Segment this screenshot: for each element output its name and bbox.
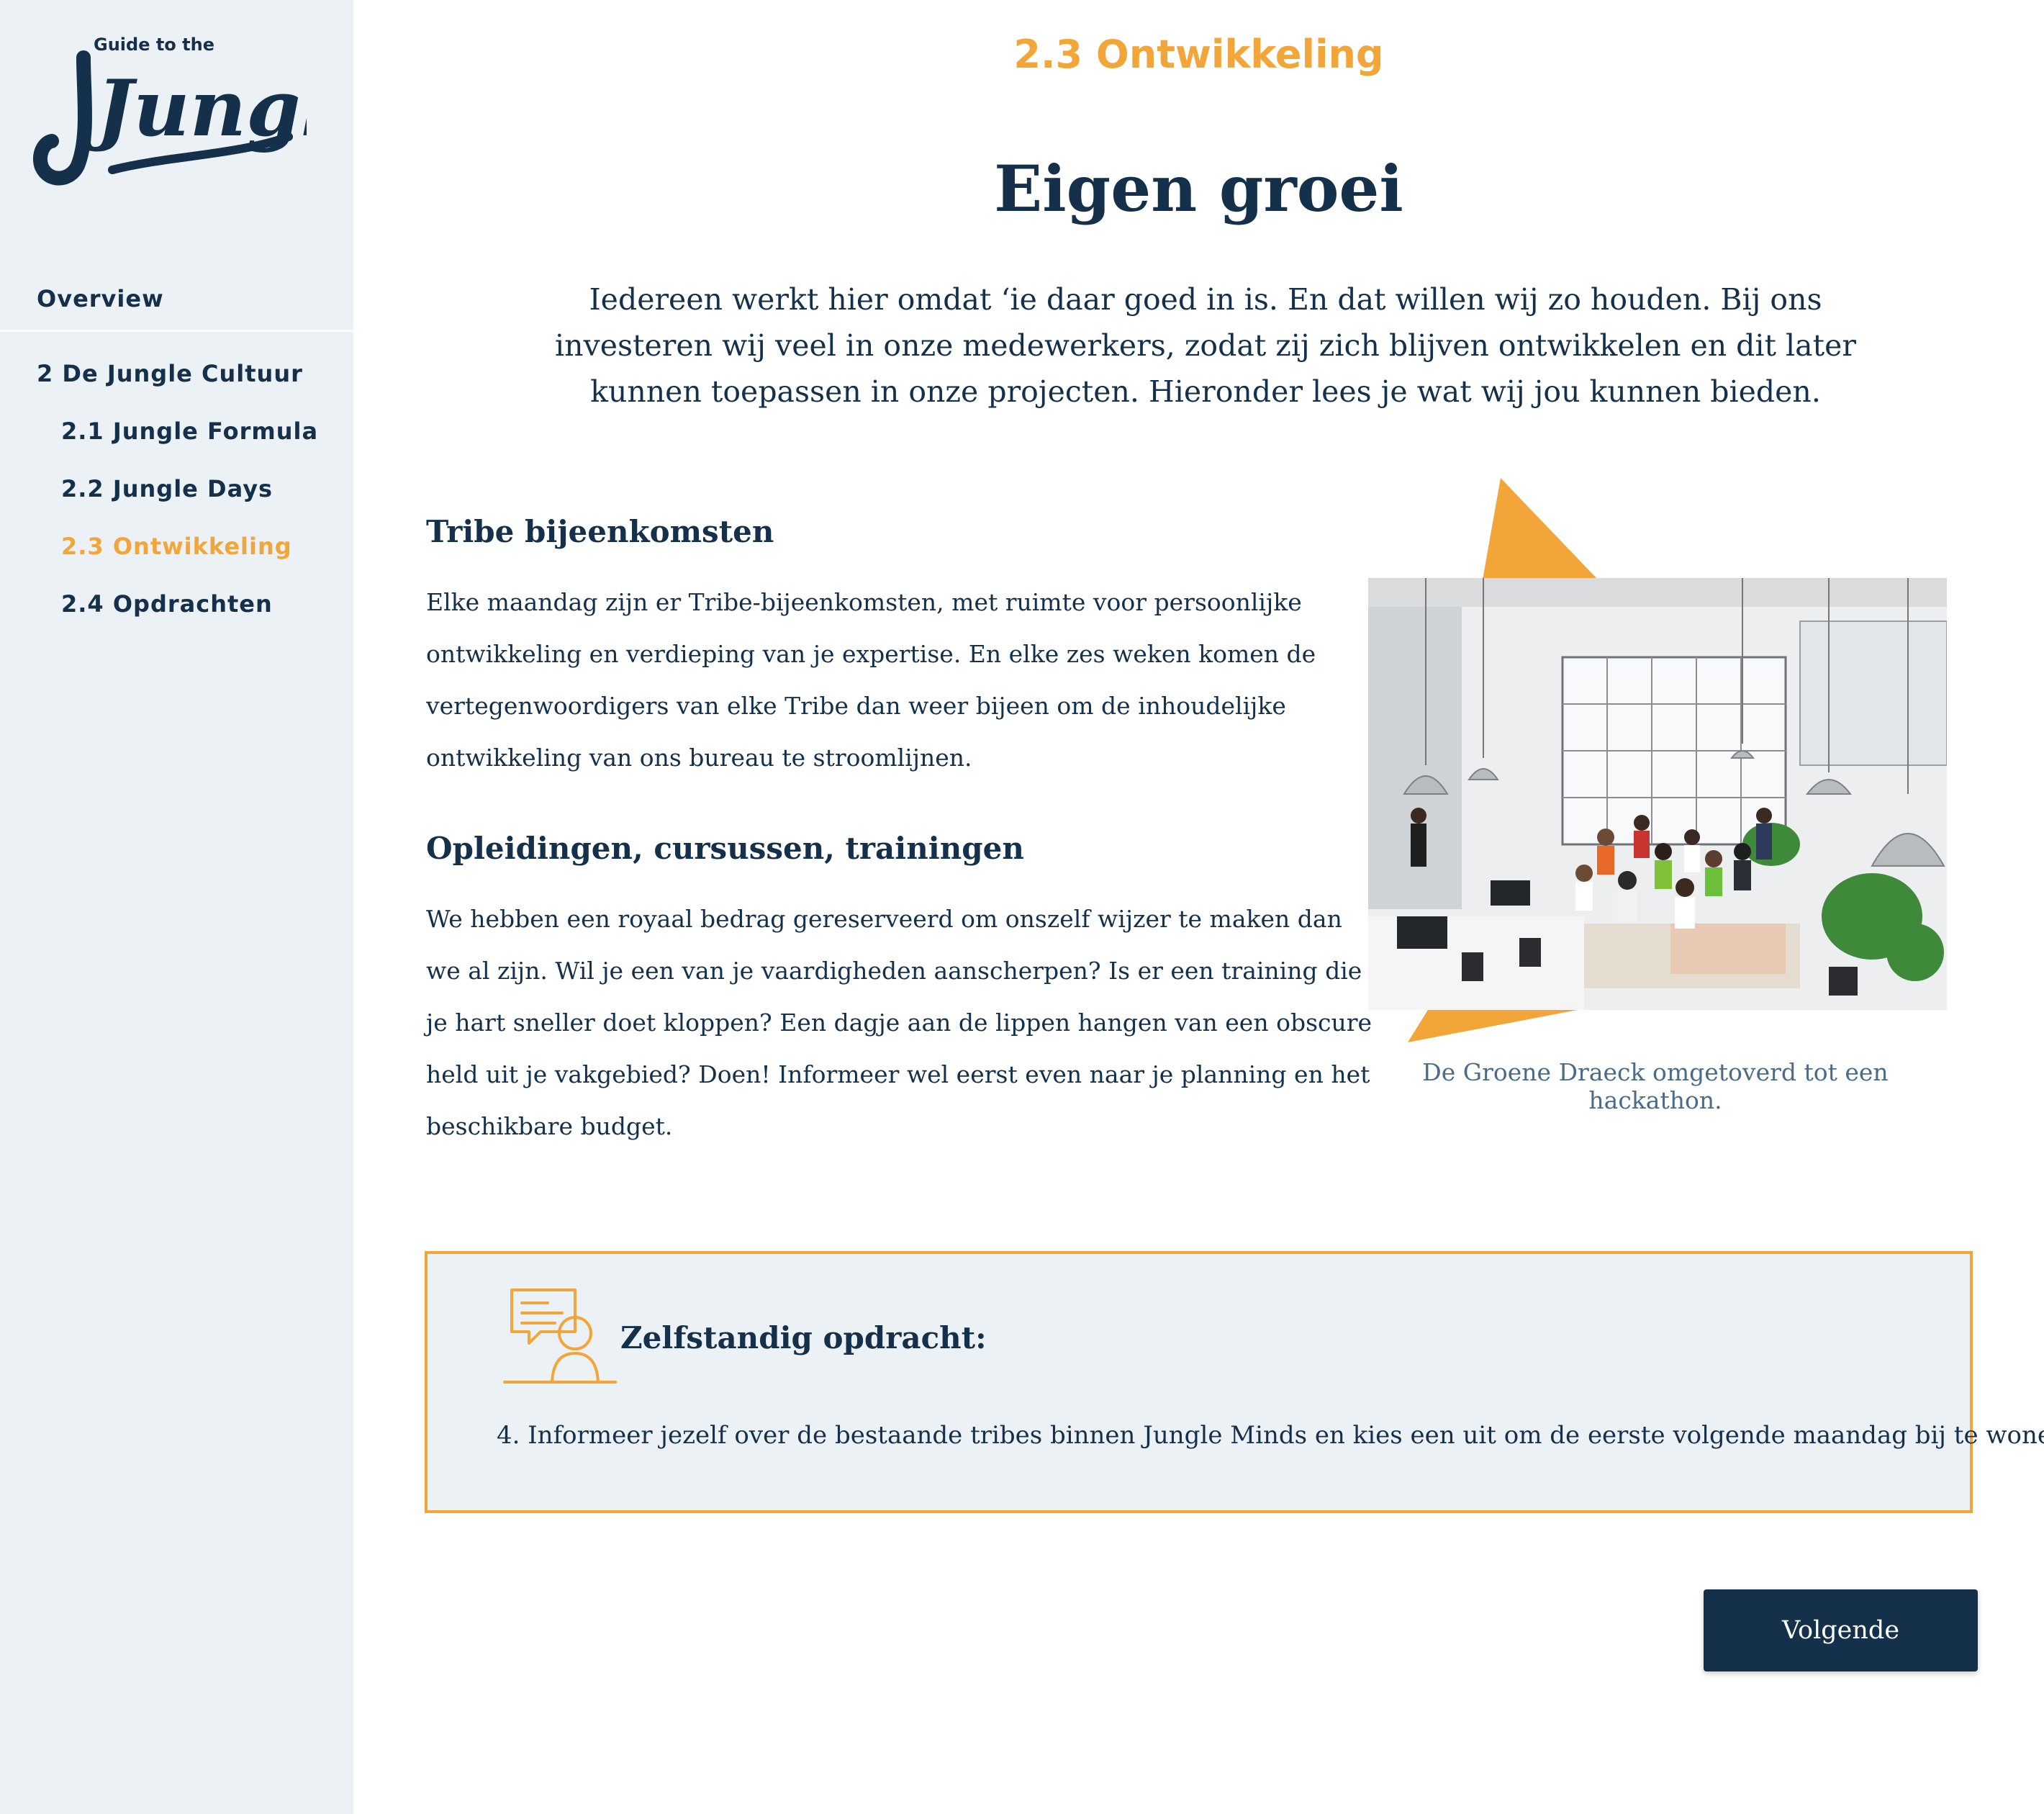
next-button[interactable]: Volgende	[1704, 1589, 1978, 1671]
paragraph-line: ontwikkeling van ons bureau te stroomlij…	[426, 744, 972, 772]
office-photo	[1368, 578, 1947, 1010]
paragraph-line: Elke maandag zijn er Tribe-bijeenkomsten…	[426, 588, 1302, 616]
sidebar: Guide to the Jungle Overview 2 De Jungle…	[0, 0, 353, 1814]
nav-item-ontwikkeling[interactable]: 2.3 Ontwikkeling	[61, 533, 292, 560]
heading-opleidingen: Opleidingen, cursussen, trainingen	[426, 831, 1024, 866]
nav-item-opdrachten[interactable]: 2.4 Opdrachten	[61, 590, 273, 618]
paragraph-line: we al zijn. Wil je een van je vaardighed…	[426, 957, 1362, 985]
nav-overview[interactable]: Overview	[37, 285, 164, 312]
section-label: 2.3 Ontwikkeling	[1013, 32, 1384, 77]
paragraph-tribe-bijeenkomsten: Elke maandag zijn er Tribe-bijeenkomsten…	[426, 577, 1316, 784]
nav-item-de-jungle-cultuur[interactable]: 2 De Jungle Cultuur	[37, 360, 303, 387]
assignment-person-chat-icon	[503, 1289, 617, 1384]
assignment-title: Zelfstandig opdracht:	[620, 1320, 987, 1355]
paragraph-line: je hart sneller doet kloppen? Een dagje …	[426, 1008, 1373, 1037]
nav-item-jungle-formula[interactable]: 2.1 Jungle Formula	[61, 418, 318, 445]
paragraph-line: ontwikkeling en verdieping van je expert…	[426, 640, 1316, 668]
paragraph-line: vertegenwoordigers van elke Tribe dan we…	[426, 692, 1286, 720]
paragraph-line: beschikbare budget.	[426, 1112, 673, 1140]
nav-divider	[0, 330, 353, 332]
jungle-script-logo: Jungle	[33, 50, 307, 186]
paragraph-line: held uit je vakgebied? Doen! Informeer w…	[426, 1060, 1370, 1088]
paragraph-opleidingen: We hebben een royaal bedrag gereserveerd…	[426, 893, 1372, 1152]
image-caption: De Groene Draeck omgetoverd tot een hack…	[1422, 1058, 1889, 1114]
assignment-text: 4. Informeer jezelf over de bestaande tr…	[497, 1421, 2044, 1450]
guide-to-the-jungle-logo[interactable]: Guide to the Jungle	[33, 29, 307, 187]
office-photo-figure	[1353, 471, 1972, 1047]
paragraph-line: We hebben een royaal bedrag gereserveerd…	[426, 905, 1342, 933]
page-title: Eigen groei	[994, 151, 1403, 226]
intro-text: Iedereen werkt hier omdat ‘ie daar goed …	[555, 282, 1856, 409]
nav-item-jungle-days[interactable]: 2.2 Jungle Days	[61, 475, 273, 502]
heading-tribe-bijeenkomsten: Tribe bijeenkomsten	[426, 514, 774, 549]
assignment-box: Zelfstandig opdracht: 4. Informeer jezel…	[425, 1251, 2044, 1513]
